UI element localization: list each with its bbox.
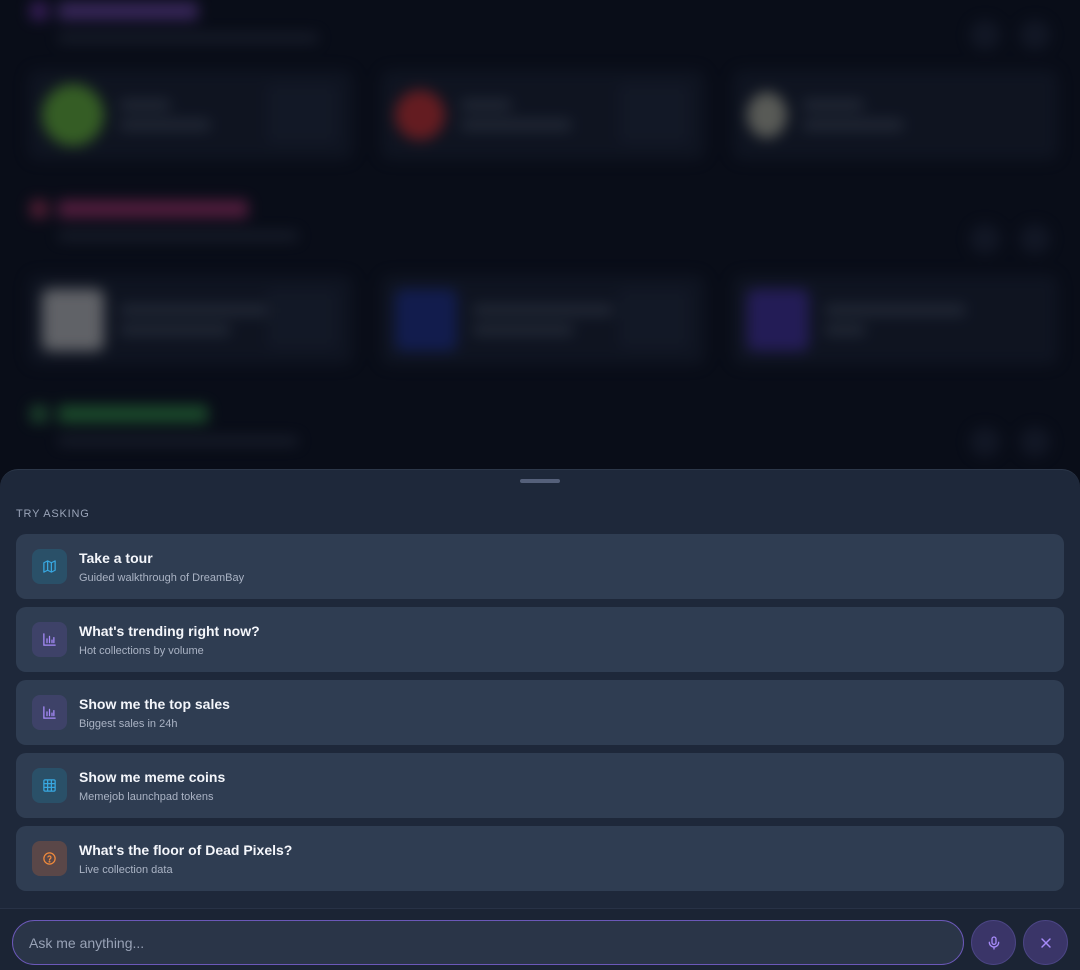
bg-cards-1 (28, 70, 1059, 160)
suggestion-title: What's trending right now? (79, 622, 260, 639)
suggestion-subtitle: Hot collections by volume (79, 644, 204, 657)
bar-chart-icon (32, 622, 67, 657)
grid-icon (32, 768, 67, 803)
suggestion-subtitle: Guided walkthrough of DreamBay (79, 571, 245, 584)
bar-chart-icon (32, 695, 67, 730)
suggestion-meme-coins[interactable]: Show me meme coins Memejob launchpad tok… (16, 753, 1064, 818)
suggestion-title: What's the floor of Dead Pixels? (79, 841, 293, 858)
suggestion-title: Show me the top sales (79, 695, 230, 712)
suggestion-subtitle: Memejob launchpad tokens (79, 790, 214, 803)
help-circle-icon (32, 841, 67, 876)
map-icon (32, 549, 67, 584)
suggestion-trending[interactable]: What's trending right now? Hot collectio… (16, 607, 1064, 672)
suggestion-list: Take a tour Guided walkthrough of DreamB… (16, 534, 1064, 891)
close-button[interactable] (1023, 920, 1068, 965)
suggestion-title: Take a tour (79, 549, 153, 566)
background-page (0, 0, 1080, 480)
suggestion-top-sales[interactable]: Show me the top sales Biggest sales in 2… (16, 680, 1064, 745)
chat-input-bar (0, 908, 1080, 970)
microphone-icon (988, 935, 999, 950)
suggestion-title: Show me meme coins (79, 768, 226, 785)
suggestion-dead-pixels-floor[interactable]: What's the floor of Dead Pixels? Live co… (16, 826, 1064, 891)
suggestion-subtitle: Biggest sales in 24h (79, 717, 178, 730)
bg-section-1 (30, 2, 1060, 50)
bg-section-2 (30, 200, 1060, 254)
assistant-sheet: TRY ASKING Take a tour Guided walkthroug… (0, 469, 1080, 970)
bg-section-3 (30, 405, 1060, 457)
bg-cards-2 (28, 275, 1059, 365)
suggestion-subtitle: Live collection data (79, 863, 173, 876)
microphone-button[interactable] (971, 920, 1016, 965)
suggestion-take-tour[interactable]: Take a tour Guided walkthrough of DreamB… (16, 534, 1064, 599)
sheet-drag-handle[interactable] (520, 479, 560, 483)
ask-input[interactable] (12, 920, 964, 965)
close-icon (1040, 937, 1051, 948)
try-asking-label: TRY ASKING (16, 508, 90, 520)
